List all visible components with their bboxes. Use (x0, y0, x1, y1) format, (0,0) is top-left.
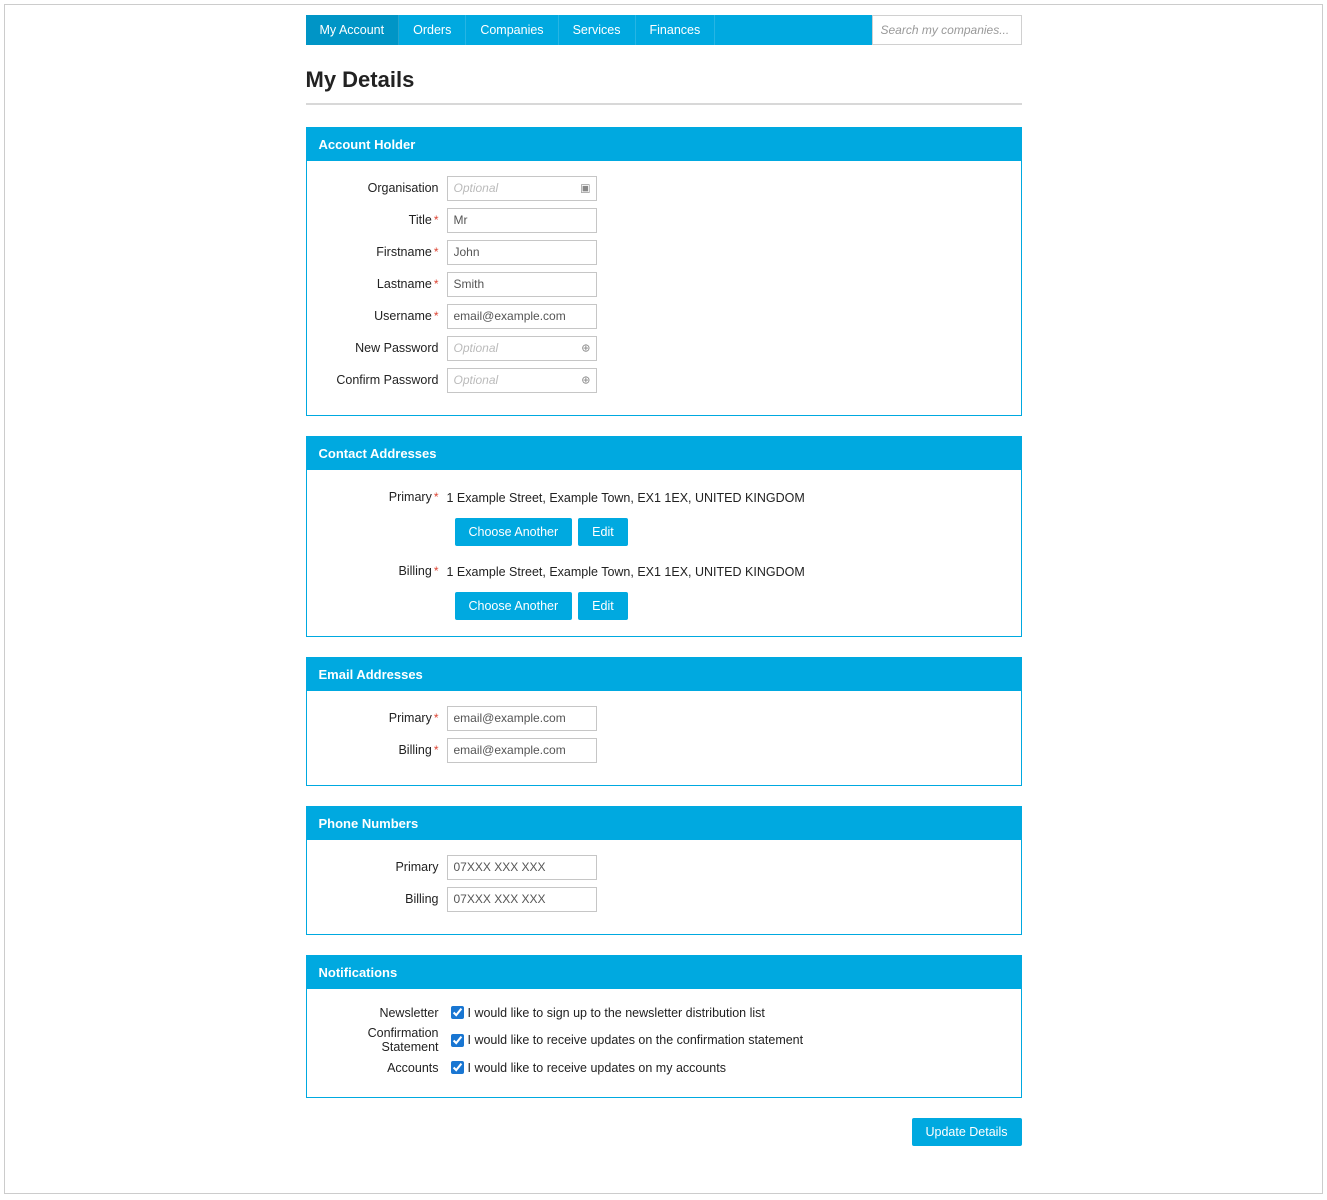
newsletter-text: I would like to sign up to the newslette… (468, 1006, 765, 1020)
panel-phone-numbers: Phone Numbers Primary Billing (306, 806, 1022, 935)
confirm-password-input[interactable] (447, 368, 597, 393)
primary-choose-another-button[interactable]: Choose Another (455, 518, 573, 546)
panel-header-email-addresses: Email Addresses (307, 658, 1021, 691)
confirmation-statement-checkbox[interactable] (451, 1034, 464, 1047)
accounts-checkbox[interactable] (451, 1061, 464, 1074)
billing-phone-label: Billing (319, 892, 447, 906)
new-password-label: New Password (319, 341, 447, 355)
panel-contact-addresses: Contact Addresses Primary* 1 Example Str… (306, 436, 1022, 637)
primary-email-label: Primary* (319, 711, 447, 725)
panel-header-contact-addresses: Contact Addresses (307, 437, 1021, 470)
firstname-label: Firstname* (319, 245, 447, 259)
nav-services[interactable]: Services (559, 15, 636, 45)
page-title: My Details (306, 67, 1022, 93)
billing-choose-another-button[interactable]: Choose Another (455, 592, 573, 620)
billing-edit-button[interactable]: Edit (578, 592, 628, 620)
nav-finances[interactable]: Finances (636, 15, 716, 45)
panel-header-notifications: Notifications (307, 956, 1021, 989)
lastname-input[interactable] (447, 272, 597, 297)
primary-edit-button[interactable]: Edit (578, 518, 628, 546)
newsletter-checkbox[interactable] (451, 1006, 464, 1019)
firstname-input[interactable] (447, 240, 597, 265)
accounts-label: Accounts (319, 1061, 447, 1075)
panel-email-addresses: Email Addresses Primary* Billing* (306, 657, 1022, 786)
primary-phone-input[interactable] (447, 855, 597, 880)
nav-companies[interactable]: Companies (466, 15, 558, 45)
organisation-input[interactable] (447, 176, 597, 201)
billing-email-input[interactable] (447, 738, 597, 763)
lastname-label: Lastname* (319, 277, 447, 291)
confirm-password-label: Confirm Password (319, 373, 447, 387)
update-details-button[interactable]: Update Details (912, 1118, 1022, 1146)
billing-phone-input[interactable] (447, 887, 597, 912)
nav-my-account[interactable]: My Account (306, 15, 400, 45)
panel-account-holder: Account Holder Organisation ▣ Title* Fir… (306, 127, 1022, 416)
title-label: Title* (319, 213, 447, 227)
panel-header-phone-numbers: Phone Numbers (307, 807, 1021, 840)
newsletter-label: Newsletter (319, 1006, 447, 1020)
primary-address-value: 1 Example Street, Example Town, EX1 1EX,… (447, 489, 805, 505)
nav-orders[interactable]: Orders (399, 15, 466, 45)
top-nav: My Account Orders Companies Services Fin… (306, 15, 1022, 45)
confirmation-statement-label: Confirmation Statement (319, 1026, 447, 1054)
new-password-input[interactable] (447, 336, 597, 361)
confirmation-statement-text: I would like to receive updates on the c… (468, 1033, 804, 1047)
organisation-label: Organisation (319, 181, 447, 195)
billing-address-label: Billing* (319, 564, 447, 578)
primary-phone-label: Primary (319, 860, 447, 874)
title-divider (306, 103, 1022, 105)
billing-address-value: 1 Example Street, Example Town, EX1 1EX,… (447, 563, 805, 579)
title-input[interactable] (447, 208, 597, 233)
search-box (872, 15, 1022, 45)
panel-notifications: Notifications Newsletter I would like to… (306, 955, 1022, 1098)
primary-address-label: Primary* (319, 490, 447, 504)
username-label: Username* (319, 309, 447, 323)
username-input[interactable] (447, 304, 597, 329)
billing-email-label: Billing* (319, 743, 447, 757)
panel-header-account-holder: Account Holder (307, 128, 1021, 161)
accounts-text: I would like to receive updates on my ac… (468, 1061, 726, 1075)
primary-email-input[interactable] (447, 706, 597, 731)
search-input[interactable] (873, 17, 1021, 43)
